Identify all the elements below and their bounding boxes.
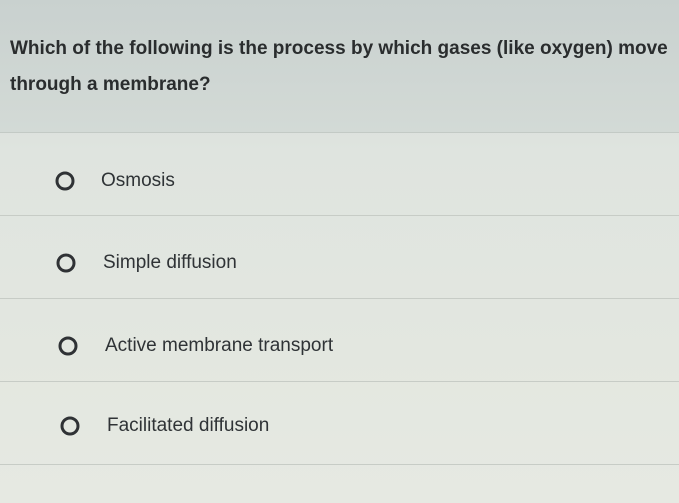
radio-button-icon[interactable] <box>55 171 75 191</box>
option-label: Facilitated diffusion <box>107 415 270 436</box>
answer-option-active-membrane-transport[interactable]: Active membrane transport <box>0 299 679 382</box>
radio-button-icon[interactable] <box>58 336 78 356</box>
answer-option-osmosis[interactable]: Osmosis <box>0 133 679 216</box>
option-label: Simple diffusion <box>103 252 237 273</box>
answer-option-simple-diffusion[interactable]: Simple diffusion <box>0 216 679 299</box>
quiz-page: Which of the following is the process by… <box>0 0 679 503</box>
question-text: Which of the following is the process by… <box>10 38 668 95</box>
answer-option-facilitated-diffusion[interactable]: Facilitated diffusion <box>0 382 679 465</box>
option-label: Osmosis <box>101 170 175 191</box>
answer-options: Osmosis Simple diffusion Active membrane… <box>0 133 679 465</box>
question-header: Which of the following is the process by… <box>0 0 679 133</box>
radio-button-icon[interactable] <box>60 416 80 436</box>
radio-button-icon[interactable] <box>56 253 76 273</box>
option-label: Active membrane transport <box>105 335 334 356</box>
